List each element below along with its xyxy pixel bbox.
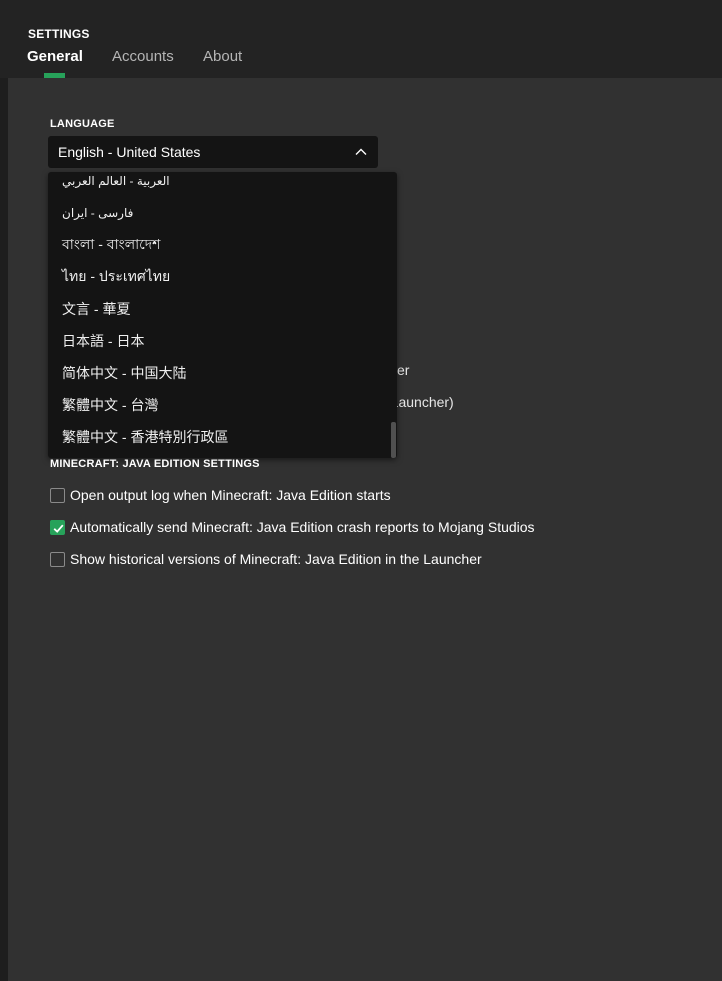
hidden-option-text: er bbox=[397, 362, 410, 378]
language-select-value: English - United States bbox=[58, 144, 201, 160]
tab-about[interactable]: About bbox=[203, 48, 242, 65]
dropdown-scrollbar[interactable] bbox=[391, 422, 396, 458]
language-option[interactable]: 繁體中文 - 台灣 bbox=[62, 389, 158, 421]
language-option[interactable]: 文言 - 華夏 bbox=[62, 293, 130, 325]
language-option[interactable]: العربية - العالم العربي bbox=[62, 172, 170, 197]
language-section-label: LANGUAGE bbox=[50, 118, 115, 130]
language-option[interactable]: 繁體中文 - 香港特別行政區 bbox=[62, 421, 228, 453]
page-title: SETTINGS bbox=[28, 27, 90, 41]
checkbox-send-crash-reports[interactable] bbox=[50, 519, 65, 535]
tab-general[interactable]: General bbox=[27, 48, 83, 65]
option-label: Show historical versions of Minecraft: J… bbox=[70, 551, 482, 567]
option-open-output-log[interactable]: Open output log when Minecraft: Java Edi… bbox=[50, 486, 391, 504]
checkbox-show-historical-versions[interactable] bbox=[50, 551, 65, 567]
option-label: Open output log when Minecraft: Java Edi… bbox=[70, 487, 391, 503]
option-send-crash-reports[interactable]: Automatically send Minecraft: Java Editi… bbox=[50, 518, 535, 536]
language-option[interactable]: 简体中文 - 中国大陆 bbox=[62, 357, 186, 389]
language-option[interactable]: ไทย - ประเทศไทย bbox=[62, 261, 170, 293]
option-show-historical-versions[interactable]: Show historical versions of Minecraft: J… bbox=[50, 550, 482, 568]
language-option[interactable]: 日本語 - 日本 bbox=[62, 325, 144, 357]
left-edge-strip bbox=[0, 78, 8, 981]
language-option[interactable]: বাংলা - বাংলাদেশ bbox=[62, 229, 160, 261]
chevron-up-icon bbox=[355, 148, 367, 155]
language-select[interactable]: English - United States bbox=[48, 136, 378, 168]
settings-header: SETTINGS General Accounts About bbox=[0, 0, 722, 78]
language-dropdown-list[interactable]: العربية - العالم العربي فارسی - ایران বা… bbox=[48, 172, 397, 458]
option-label: Automatically send Minecraft: Java Editi… bbox=[70, 519, 535, 535]
language-option[interactable]: فارسی - ایران bbox=[62, 197, 133, 229]
java-settings-section-label: MINECRAFT: JAVA EDITION SETTINGS bbox=[50, 458, 260, 470]
checkmark-icon bbox=[53, 524, 64, 533]
checkbox-open-output-log[interactable] bbox=[50, 487, 65, 503]
tab-accounts[interactable]: Accounts bbox=[112, 48, 174, 65]
